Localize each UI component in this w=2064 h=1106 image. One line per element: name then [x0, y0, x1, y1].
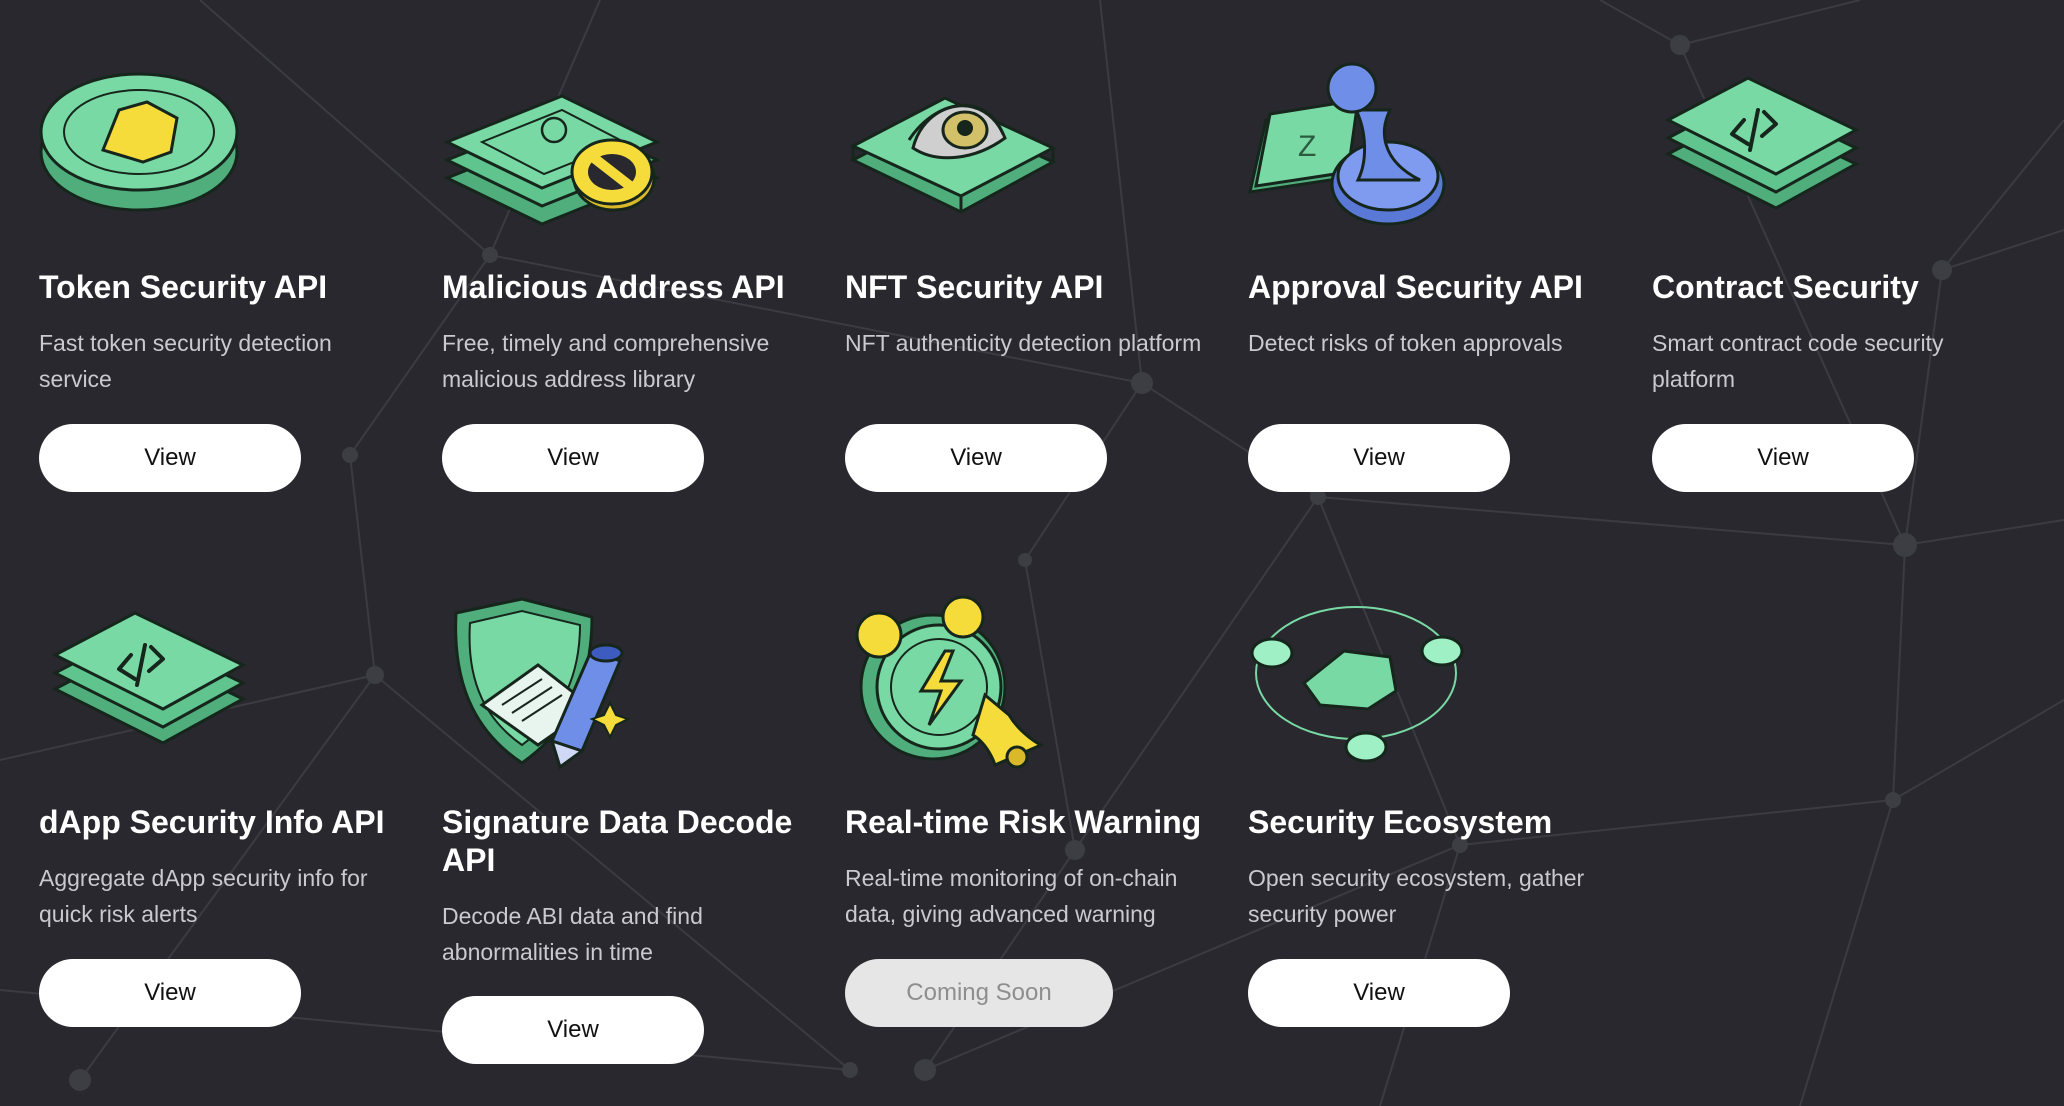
eye-tile-icon	[849, 96, 1057, 214]
card-description: Decode ABI data and find abnormalities i…	[442, 903, 703, 965]
card-title: Contract Security	[1652, 269, 1919, 305]
view-button[interactable]: View	[39, 424, 301, 492]
view-button[interactable]: View	[442, 996, 704, 1064]
card-description: Real-time monitoring of on-chain data, g…	[845, 865, 1178, 927]
card-title: Malicious Address API	[442, 269, 785, 305]
view-button[interactable]: View	[845, 424, 1107, 492]
card-description: Smart contract code security platform	[1652, 330, 1944, 392]
card-description: Open security ecosystem, gather security…	[1248, 865, 1585, 927]
card-title: dApp Security Info API	[39, 804, 385, 840]
coming-soon-button: Coming Soon	[845, 959, 1113, 1027]
alarm-clock-icon	[855, 595, 1045, 769]
card-description: NFT authenticity detection platform	[845, 330, 1202, 356]
view-button[interactable]: View	[442, 424, 704, 492]
card-title: Token Security API	[39, 269, 328, 305]
view-button[interactable]: View	[39, 959, 301, 1027]
shield-coin-icon	[39, 72, 239, 212]
ecosystem-icon	[1250, 606, 1464, 763]
view-button[interactable]: View	[1652, 424, 1914, 492]
card-title: NFT Security API	[845, 269, 1104, 305]
card-title: Security Ecosystem	[1248, 804, 1553, 840]
stamp-icon: Z	[1248, 62, 1446, 226]
card-description: Detect risks of token approvals	[1248, 330, 1563, 356]
card-description: Fast token security detection service	[39, 330, 332, 392]
code-layers-icon	[1664, 76, 1860, 210]
card-title: Real-time Risk Warning	[845, 804, 1202, 840]
svg-text:Z: Z	[1298, 130, 1316, 163]
card-description: Free, timely and comprehensive malicious…	[442, 330, 770, 392]
card-description: Aggregate dApp security info for quick r…	[39, 865, 368, 927]
card-title: Signature Data Decode API	[442, 804, 793, 878]
card-title: Approval Security API	[1248, 269, 1583, 305]
view-button[interactable]: View	[1248, 959, 1510, 1027]
view-button[interactable]: View	[1248, 424, 1510, 492]
shield-pen-icon	[454, 597, 631, 770]
banned-money-icon	[443, 94, 661, 226]
code-layers-icon	[51, 611, 247, 745]
